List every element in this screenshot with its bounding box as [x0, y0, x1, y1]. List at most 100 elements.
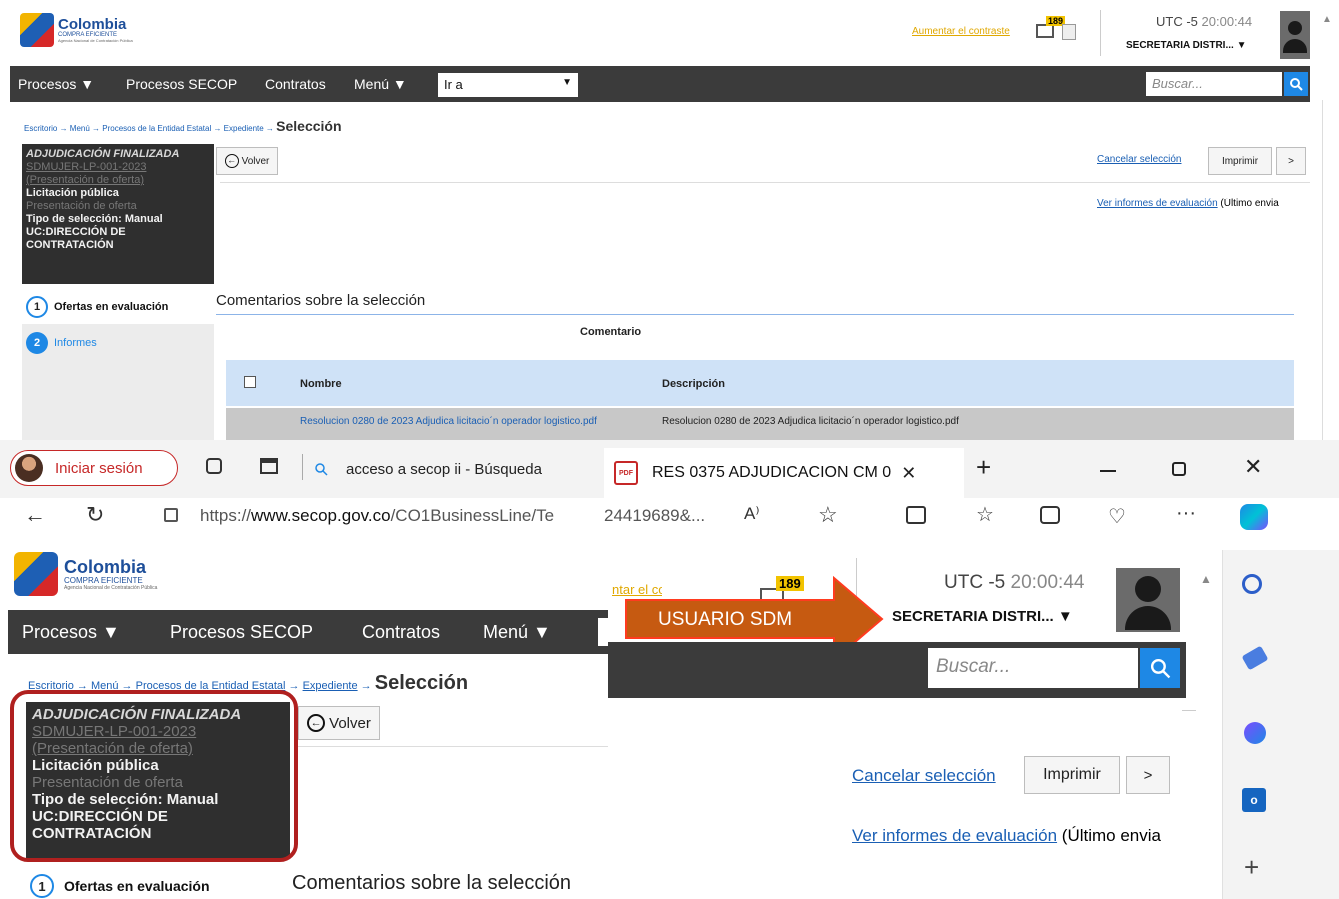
timezone-label: UTC -5 20:00:44 [1156, 14, 1253, 29]
collections-icon[interactable] [206, 458, 222, 474]
back-button[interactable]: ← Volver [216, 147, 278, 175]
zoom-nav-secop[interactable]: Procesos SECOP [170, 622, 313, 643]
nav-procesos[interactable]: Procesos ▼ [18, 76, 94, 92]
zoom-avatar[interactable] [1116, 568, 1180, 632]
cancel-selection-link[interactable]: Cancelar selección [1097, 154, 1182, 165]
arrow-label: USUARIO SDM [658, 609, 793, 630]
zoom-step-1[interactable]: 1 Ofertas en evaluación [30, 874, 210, 898]
minimize-icon[interactable] [1100, 470, 1116, 472]
bottom-browser: Iniciar sesión acceso a secop ii - Búsqu… [0, 440, 1339, 899]
breadcrumb-procesos[interactable]: Procesos de la Entidad Estatal [102, 124, 211, 133]
zoom-search-input[interactable]: Buscar... [928, 648, 1138, 688]
zoom-search-button[interactable] [1140, 648, 1180, 688]
right-scroll-edge [1322, 100, 1323, 440]
zoom-logo[interactable]: Colombia COMPRA EFICIENTE Agencia Nacion… [14, 548, 184, 600]
profile-avatar [15, 454, 43, 482]
mail-icon[interactable] [1036, 24, 1054, 38]
row-file-link[interactable]: Resolucion 0280 de 2023 Adjudica licitac… [300, 416, 610, 427]
user-menu[interactable]: SECRETARIA DISTRI... ▼ [1126, 40, 1246, 51]
edge-sidebar [1222, 550, 1339, 899]
zoom-user-menu[interactable]: SECRETARIA DISTRI... ▼ [892, 608, 1073, 625]
print-button[interactable]: Imprimir [1208, 147, 1272, 175]
favorites-icon[interactable]: ☆ [976, 502, 994, 527]
row-description: Resolucion 0280 de 2023 Adjudica licitac… [662, 416, 959, 427]
sidebar-copilot-icon[interactable] [1244, 722, 1266, 744]
breadcrumb: Escritorio → Menú → Procesos de la Entid… [24, 118, 342, 134]
reports-row: Ver informes de evaluación (Último envia [1097, 198, 1279, 209]
select-all-checkbox[interactable] [244, 376, 256, 388]
view-reports-link[interactable]: Ver informes de evaluación [1097, 198, 1218, 209]
zoom-nav-contratos[interactable]: Contratos [362, 622, 440, 643]
nav-contratos[interactable]: Contratos [265, 76, 326, 92]
search-icon [315, 463, 328, 476]
close-window-icon[interactable]: ✕ [1244, 454, 1262, 480]
process-status-box: ADJUDICACIÓN FINALIZADA SDMUJER-LP-001-2… [22, 144, 214, 284]
process-type: Licitación pública [26, 187, 119, 199]
col-name-header: Nombre [300, 378, 342, 390]
logo-name: Colombia [58, 16, 127, 33]
zoom-scroll-up-icon[interactable]: ▲ [1200, 572, 1212, 586]
signin-button[interactable]: Iniciar sesión [10, 450, 178, 486]
zoom-next-button[interactable]: > [1126, 756, 1170, 794]
zoom-divider [298, 746, 608, 747]
comments-title: Comentarios sobre la selección [216, 292, 426, 309]
sidebar-search-icon[interactable] [1242, 574, 1262, 594]
nav-menu[interactable]: Menú ▼ [354, 76, 407, 92]
tab-separator [302, 454, 303, 480]
zoom-cancel-selection-link[interactable]: Cancelar selección [852, 766, 996, 786]
more-icon[interactable]: ··· [1176, 502, 1196, 525]
search-input[interactable]: Buscar... [1146, 72, 1282, 96]
scroll-up-icon[interactable]: ▲ [1322, 14, 1332, 25]
step-2[interactable]: 2 Informes [22, 324, 214, 440]
back-nav-icon[interactable]: ← [24, 502, 46, 528]
zoom-print-button[interactable]: Imprimir [1024, 756, 1120, 794]
restore-icon[interactable] [1172, 462, 1186, 476]
breadcrumb-expediente[interactable]: Expediente [224, 124, 264, 133]
next-button[interactable]: > [1276, 147, 1306, 175]
goto-select[interactable]: Ir a ▼ [438, 73, 578, 97]
breadcrumb-menu[interactable]: Menú [70, 124, 90, 133]
search-button[interactable] [1284, 72, 1308, 96]
zoom-nav-procesos[interactable]: Procesos ▼ [22, 622, 120, 643]
zoom-reports-row: Ver informes de evaluación (Último envia [852, 826, 1161, 845]
contrast-link[interactable]: Aumentar el contraste [912, 26, 1010, 37]
step-1-circle: 1 [26, 296, 48, 318]
colombia-logo[interactable]: Colombia COMPRA EFICIENTE Agencia Nacion… [20, 8, 160, 52]
comments-underline [216, 314, 1294, 315]
zoom-nav-menu[interactable]: Menú ▼ [483, 622, 551, 643]
search-icon [1290, 78, 1303, 91]
search-icon [1150, 658, 1171, 679]
nav-procesos-secop[interactable]: Procesos SECOP [126, 76, 237, 92]
new-tab-icon[interactable]: + [976, 452, 991, 483]
performance-icon[interactable]: ♡ [1108, 504, 1126, 529]
zoom-back-button[interactable]: ← Volver [298, 706, 380, 740]
tab-actions-icon[interactable] [260, 458, 278, 474]
close-tab-icon[interactable]: ✕ [901, 463, 916, 484]
copilot-icon[interactable] [1240, 504, 1268, 530]
col-desc-header: Descripción [662, 378, 725, 390]
sidebar-outlook-icon[interactable]: o [1242, 788, 1266, 812]
process-stage-plain: Presentación de oferta [26, 200, 137, 212]
favorite-icon[interactable]: ☆ [818, 502, 838, 528]
tab-pdf[interactable]: PDF RES 0375 ADJUDICACION CM 0 ✕ [604, 448, 964, 498]
breadcrumb-escritorio[interactable]: Escritorio [24, 124, 57, 133]
table-header [226, 360, 1294, 406]
process-code[interactable]: SDMUJER-LP-001-2023 [26, 161, 210, 174]
contracting-unit: UC:DIRECCIÓN DE CONTRATACIÓN [26, 226, 126, 251]
tab-search[interactable]: acceso a secop ii - Búsqueda [314, 454, 604, 484]
split-screen-icon[interactable] [906, 506, 926, 524]
logo-emblem-icon [20, 13, 54, 47]
table-caption: Comentario [580, 326, 642, 338]
avatar[interactable] [1280, 11, 1310, 59]
step-2-circle: 2 [26, 332, 48, 354]
breadcrumb-current: Selección [276, 118, 342, 134]
document-icon[interactable] [1062, 24, 1076, 40]
sidebar-add-icon[interactable]: + [1244, 852, 1259, 883]
refresh-icon[interactable]: ↻ [86, 502, 104, 528]
zoom-goto-edge[interactable] [598, 618, 608, 646]
top-screenshot: Colombia COMPRA EFICIENTE Agencia Nacion… [0, 0, 1339, 440]
zoom-right-divider [1182, 710, 1196, 711]
step-1[interactable]: 1 Ofertas en evaluación [22, 290, 214, 324]
read-aloud-icon[interactable]: A⁾ [744, 504, 760, 524]
collections-add-icon[interactable] [1040, 506, 1060, 524]
